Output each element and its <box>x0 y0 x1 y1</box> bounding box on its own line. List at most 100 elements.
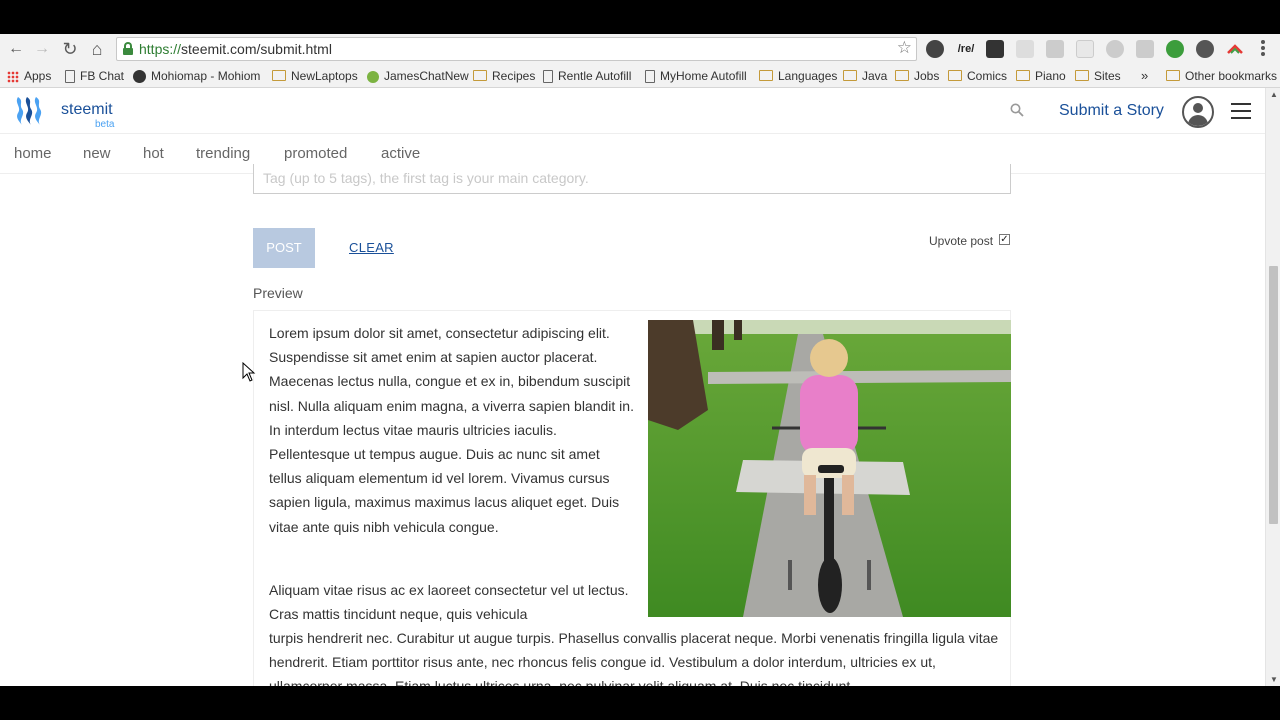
scroll-down-icon[interactable]: ▼ <box>1270 675 1278 684</box>
bookmark-fb-chat[interactable]: FB Chat <box>65 67 124 85</box>
page-content: steemit beta Submit a Story home new hot… <box>0 88 1265 686</box>
preview-paragraph-2-continued: turpis hendrerit nec. Curabitur ut augue… <box>269 630 999 686</box>
scroll-up-icon[interactable]: ▲ <box>1270 90 1278 99</box>
browser-menu-icon[interactable] <box>1256 39 1270 57</box>
bookmark-label: Apps <box>24 69 52 83</box>
extension-icon[interactable] <box>1016 40 1034 58</box>
nav-new[interactable]: new <box>83 145 111 162</box>
bookmark-label: Comics <box>967 69 1008 83</box>
bookmark-label: NewLaptops <box>291 69 358 83</box>
bookmark-newlaptops[interactable]: NewLaptops <box>272 67 358 85</box>
folder-icon <box>948 70 962 82</box>
bookmark-jobs[interactable]: Jobs <box>895 67 939 85</box>
folder-icon <box>843 70 857 82</box>
folder-icon <box>1166 70 1180 82</box>
lock-icon <box>123 42 133 55</box>
extension-green-icon[interactable] <box>1166 40 1184 58</box>
brand-name[interactable]: steemit <box>61 101 113 119</box>
home-icon[interactable]: ⌂ <box>87 39 107 59</box>
bookmark-rentle-autofill[interactable]: Rentle Autofill <box>543 67 631 85</box>
scrollbar-thumb[interactable] <box>1269 266 1278 524</box>
submit-story-link[interactable]: Submit a Story <box>1059 102 1164 120</box>
bookmark-label: Rentle Autofill <box>558 69 632 83</box>
brand-beta-label: beta <box>95 119 115 130</box>
reload-icon[interactable]: ↻ <box>60 39 80 59</box>
preview-image <box>648 320 1011 617</box>
bookmark-label: Piano <box>1035 69 1066 83</box>
browser-toolbar: ← → ↻ ⌂ https://steemit.com/submit.html … <box>0 34 1280 63</box>
mouse-cursor-icon <box>242 361 256 382</box>
address-url[interactable]: https://steemit.com/submit.html <box>139 41 332 57</box>
bookmark-label: Languages <box>778 69 838 83</box>
folder-icon <box>895 70 909 82</box>
bookmark-recipes[interactable]: Recipes <box>473 67 535 85</box>
evernote-icon[interactable] <box>926 40 944 58</box>
screen: ← → ↻ ⌂ https://steemit.com/submit.html … <box>0 0 1280 720</box>
bookmark-java[interactable]: Java <box>843 67 887 85</box>
extension-b-icon[interactable] <box>1046 40 1064 58</box>
bookmark-apps[interactable]: Apps <box>7 67 51 85</box>
nav-promoted[interactable]: promoted <box>284 145 347 162</box>
folder-icon <box>1075 70 1089 82</box>
page-icon <box>65 70 75 84</box>
bookmark-other[interactable]: Other bookmarks <box>1166 67 1277 85</box>
avatar-icon[interactable] <box>1182 96 1214 128</box>
bookmark-piano[interactable]: Piano <box>1016 67 1066 85</box>
extension-colorful-icon[interactable] <box>1226 40 1244 58</box>
extension-q-icon[interactable] <box>1106 40 1124 58</box>
bookmark-label: MyHome Autofill <box>660 69 747 83</box>
site-header: steemit beta Submit a Story <box>0 88 1265 134</box>
bookmark-jameschatnew[interactable]: JamesChatNew <box>367 67 469 85</box>
re-extension-icon[interactable]: /re/ <box>955 40 977 58</box>
upvote-post-checkbox[interactable]: ✓ <box>999 234 1010 245</box>
preview-panel: Lorem ipsum dolor sit amet, consectetur … <box>253 310 1011 686</box>
url-path: steemit.com/submit.html <box>181 41 332 57</box>
preview-label: Preview <box>253 285 303 301</box>
apps-grid-icon <box>7 70 19 83</box>
page-icon <box>543 70 553 84</box>
tags-input[interactable]: Tag (up to 5 tags), the first tag is you… <box>253 164 1011 194</box>
bookmark-label: Jobs <box>914 69 940 83</box>
clear-button[interactable]: CLEAR <box>349 240 394 255</box>
preview-paragraph-2-start: Aliquam vitae risus ac ex laoreet consec… <box>269 582 629 623</box>
hamburger-menu-icon[interactable] <box>1231 103 1251 119</box>
page-scrollbar[interactable]: ▲ ▼ <box>1265 88 1280 686</box>
upvote-post-label: Upvote post <box>929 234 994 248</box>
bookmark-label: Recipes <box>492 69 536 83</box>
folder-icon <box>272 70 286 82</box>
nav-home[interactable]: home <box>14 145 52 162</box>
pocket-icon[interactable] <box>986 40 1004 58</box>
bookmark-myhome-autofill[interactable]: MyHome Autofill <box>645 67 747 85</box>
bookmark-mohiomap[interactable]: Mohiomap - Mohiom <box>133 67 260 85</box>
bookmark-comics[interactable]: Comics <box>948 67 1007 85</box>
bookmark-star-icon[interactable]: ☆ <box>897 38 912 58</box>
search-icon[interactable] <box>1010 103 1024 117</box>
bookmark-label: Mohiomap - Mohiom <box>151 69 260 83</box>
folder-icon <box>473 70 487 82</box>
folder-icon <box>1016 70 1030 82</box>
tags-placeholder: Tag (up to 5 tags), the first tag is you… <box>263 170 589 186</box>
steemit-logo-icon[interactable] <box>14 95 48 127</box>
bookmark-label: JamesChatNew <box>384 69 469 83</box>
drive-icon[interactable] <box>1136 40 1154 58</box>
bookmark-languages[interactable]: Languages <box>759 67 837 85</box>
post-button[interactable]: POST <box>253 228 315 268</box>
nav-hot[interactable]: hot <box>143 145 164 162</box>
globe-icon[interactable] <box>1196 40 1214 58</box>
bookmark-label: Sites <box>1094 69 1121 83</box>
back-icon[interactable]: ← <box>6 39 26 59</box>
bookmark-sites[interactable]: Sites <box>1075 67 1121 85</box>
nav-trending[interactable]: trending <box>196 145 250 162</box>
chat-icon <box>367 70 379 83</box>
page-icon <box>645 70 655 84</box>
address-bar[interactable]: https://steemit.com/submit.html ☆ <box>116 37 917 61</box>
mohiomap-icon <box>133 70 146 84</box>
browser-chrome: ← → ↻ ⌂ https://steemit.com/submit.html … <box>0 34 1280 88</box>
folder-icon <box>759 70 773 82</box>
extension-blank-icon[interactable] <box>1076 40 1094 58</box>
bookmark-label: FB Chat <box>80 69 125 83</box>
bookmarks-bar: Apps FB Chat Mohiomap - Mohiom NewLaptop… <box>0 64 1280 88</box>
forward-icon[interactable]: → <box>32 39 52 59</box>
bookmarks-overflow-icon[interactable]: » <box>1141 67 1148 85</box>
nav-active[interactable]: active <box>381 145 420 162</box>
